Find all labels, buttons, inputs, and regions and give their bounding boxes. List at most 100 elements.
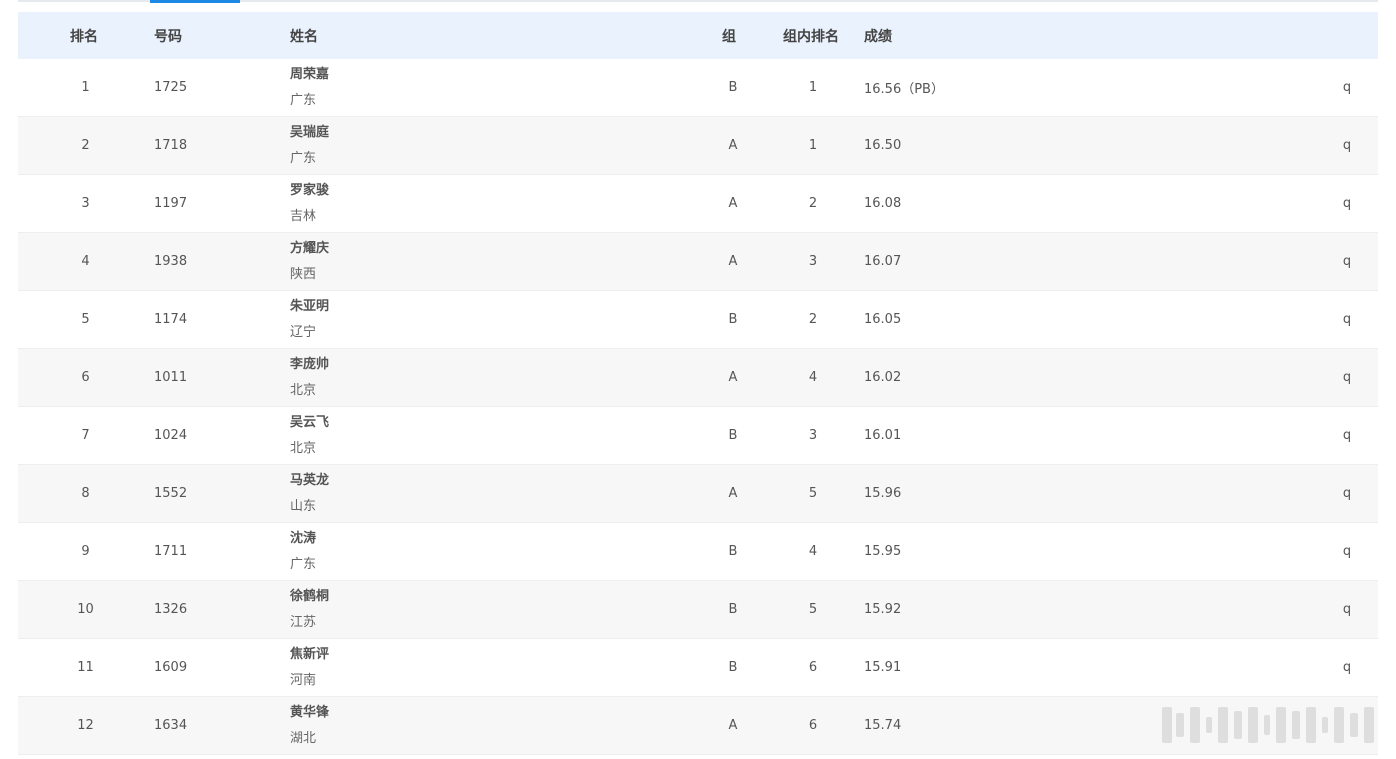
header-result: 成绩 [864, 28, 892, 45]
rank-cell: 3 [81, 196, 90, 211]
group-rank-cell: 1 [808, 138, 818, 153]
result-cell: 15.96 [864, 486, 902, 501]
group-cell: A [728, 254, 738, 269]
table-row: 5 1174 朱亚明 辽宁 B 2 16.05 q [18, 291, 1378, 349]
rank-cell: 8 [81, 486, 90, 501]
athlete-cell: 罗家骏 吉林 [290, 175, 329, 232]
table-row: 11 1609 焦新评 河南 B 6 15.91 q [18, 639, 1378, 697]
bib-cell: 1197 [154, 196, 188, 211]
table-body: 1 1725 周荣嘉 广东 B 1 16.56（PB） q 2 1718 吴瑞庭 广东 A 1 16.50 q… [18, 59, 1378, 755]
result-cell: 16.56（PB） [864, 82, 944, 97]
athlete-team: 吉林 [290, 208, 317, 224]
table-row: 4 1938 方耀庆 陕西 A 3 16.07 q [18, 233, 1378, 291]
group-cell: A [728, 138, 738, 153]
athlete-team: 广东 [290, 92, 317, 108]
bib-cell: 1024 [154, 428, 188, 443]
rank-cell: 10 [77, 602, 94, 617]
result-cell: 16.02 [864, 370, 902, 385]
table-row: 2 1718 吴瑞庭 广东 A 1 16.50 q [18, 117, 1378, 175]
result-cell: 16.01 [864, 428, 902, 443]
athlete-name: 罗家骏 [290, 182, 330, 198]
athlete-team: 广东 [290, 556, 317, 572]
athlete-name: 周荣嘉 [290, 66, 330, 82]
watermark-logo [1162, 707, 1374, 743]
qualified-mark: q [1342, 370, 1352, 385]
athlete-cell: 焦新评 河南 [290, 639, 329, 696]
athlete-name: 吴瑞庭 [290, 124, 330, 140]
athlete-cell: 徐鹤桐 江苏 [290, 581, 329, 638]
group-rank-cell: 6 [808, 660, 818, 675]
athlete-name: 方耀庆 [290, 240, 330, 256]
rank-cell: 6 [81, 370, 90, 385]
athlete-team: 陕西 [290, 266, 317, 282]
athlete-team: 北京 [290, 382, 317, 398]
qualified-mark: q [1342, 80, 1352, 95]
bib-cell: 1711 [154, 544, 188, 559]
table-row: 8 1552 马英龙 山东 A 5 15.96 q [18, 465, 1378, 523]
qualified-mark: q [1342, 544, 1352, 559]
rank-cell: 1 [81, 80, 90, 95]
athlete-cell: 方耀庆 陕西 [290, 233, 329, 290]
group-rank-cell: 4 [808, 370, 818, 385]
qualified-mark: q [1342, 196, 1352, 211]
header-group: 组 [722, 28, 736, 45]
athlete-name: 沈涛 [290, 530, 317, 546]
athlete-cell: 朱亚明 辽宁 [290, 291, 329, 348]
rank-cell: 2 [81, 138, 90, 153]
rank-cell: 7 [81, 428, 90, 443]
table-row: 1 1725 周荣嘉 广东 B 1 16.56（PB） q [18, 59, 1378, 117]
rank-cell: 4 [81, 254, 90, 269]
group-rank-cell: 4 [808, 544, 818, 559]
group-cell: B [728, 428, 738, 443]
bib-cell: 1326 [154, 602, 188, 617]
qualified-mark: q [1342, 486, 1352, 501]
group-rank-cell: 6 [808, 718, 818, 733]
results-table: 排名 号码 姓名 组 组内排名 成绩 1 1 7 2 5 周荣嘉广东 B 1 16.56（PB）… [18, 12, 1378, 755]
athlete-cell: 沈涛 广东 [290, 523, 316, 580]
table-row: 7 1024 吴云飞 北京 B 3 16.01 q [18, 407, 1378, 465]
table-row: 3 1197 罗家骏吉林 A 2 16.08 q [18, 175, 1378, 233]
group-rank-cell: 2 [808, 312, 818, 327]
athlete-name: 吴云飞 [290, 414, 330, 430]
result-cell: 16.08 [864, 196, 902, 211]
bib-cell: 1718 [154, 138, 188, 153]
rank-cell: 12 [77, 718, 94, 733]
header-bib: 号码 [154, 28, 182, 45]
rank-cell: 9 [81, 544, 90, 559]
qualified-mark: q [1342, 138, 1352, 153]
bib-cell: 1011 [154, 370, 188, 385]
header-name: 姓名 [290, 28, 318, 45]
result-cell: 15.91 [864, 660, 902, 675]
results-page: 排名 号码 姓名 组 组内排名 成绩 1 1 7 2 5 周荣嘉广东 B 1 16.56（PB）… [0, 0, 1396, 759]
athlete-team: 广东 [290, 150, 317, 166]
group-cell: B [728, 602, 738, 617]
athlete-cell: 李庞帅 北京 [290, 349, 329, 406]
group-cell: A [728, 196, 738, 211]
table-header: 排名 号码 姓名 组 组内排名 成绩 [18, 12, 1378, 59]
athlete-name: 朱亚明 [290, 298, 330, 314]
bib-cell: 1174 [154, 312, 188, 327]
table-row: 6 1011 李庞帅 北京 A 4 16.02 q [18, 349, 1378, 407]
group-rank-cell: 2 [808, 196, 818, 211]
group-rank-cell: 3 [808, 254, 818, 269]
athlete-cell: 周荣嘉 广东 [290, 59, 329, 116]
group-cell: A [728, 718, 738, 733]
active-tab-indicator[interactable] [150, 0, 240, 3]
athlete-team: 北京 [290, 440, 317, 456]
group-cell: B [728, 660, 738, 675]
group-rank-cell: 1 [808, 80, 818, 95]
bib-cell: 1609 [154, 660, 188, 675]
result-cell: 15.95 [864, 544, 902, 559]
group-cell: B [728, 80, 738, 95]
athlete-name: 徐鹤桐 [290, 588, 330, 604]
rank-cell: 5 [81, 312, 90, 327]
athlete-cell: 吴瑞庭 广东 [290, 117, 329, 174]
athlete-name: 李庞帅 [290, 356, 330, 372]
bib-cell: 1634 [154, 718, 188, 733]
group-cell: B [728, 312, 738, 327]
athlete-team: 湖北 [290, 730, 317, 746]
qualified-mark: q [1342, 602, 1352, 617]
qualified-mark: q [1342, 254, 1352, 269]
athlete-cell: 马英龙 山东 [290, 465, 329, 522]
athlete-name: 马英龙 [290, 472, 330, 488]
